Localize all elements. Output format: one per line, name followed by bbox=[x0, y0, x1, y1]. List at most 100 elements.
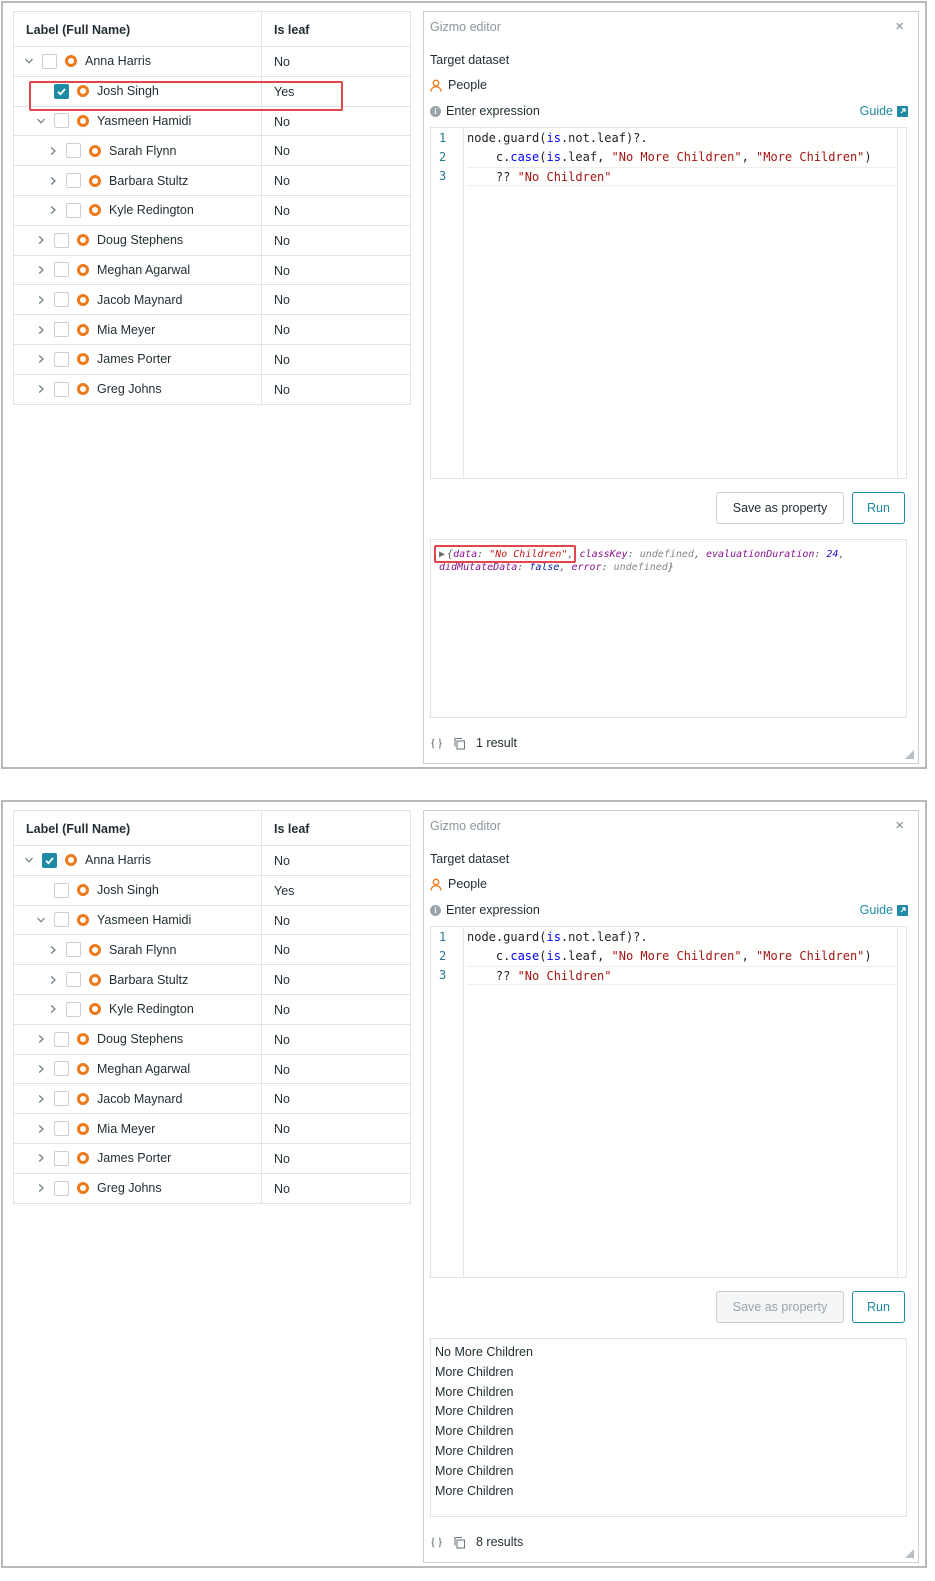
editor-scrollbar[interactable] bbox=[897, 128, 898, 478]
table-row[interactable]: Doug Stephens No bbox=[13, 225, 411, 256]
chevron-right-icon[interactable] bbox=[34, 1181, 48, 1195]
table-row[interactable]: Josh Singh Yes bbox=[13, 875, 411, 906]
editor-scrollbar[interactable] bbox=[897, 927, 898, 1277]
table-row[interactable]: Kyle Redington No bbox=[13, 994, 411, 1025]
row-checkbox[interactable] bbox=[54, 322, 69, 338]
braces-icon[interactable] bbox=[430, 737, 443, 750]
chevron-right-icon[interactable] bbox=[46, 144, 60, 158]
cell-content: Josh Singh bbox=[34, 876, 159, 905]
dataset-selector[interactable]: People bbox=[430, 877, 487, 891]
chevron-right-icon[interactable] bbox=[34, 263, 48, 277]
table-row[interactable]: Jacob Maynard No bbox=[13, 1084, 411, 1115]
row-checkbox[interactable] bbox=[54, 1091, 69, 1107]
resize-handle[interactable] bbox=[905, 1549, 914, 1558]
table-row[interactable]: Yasmeen Hamidi No bbox=[13, 106, 411, 137]
chevron-right-icon[interactable] bbox=[34, 1062, 48, 1076]
row-checkbox[interactable] bbox=[54, 1061, 69, 1077]
table-row[interactable]: Anna Harris No bbox=[13, 47, 411, 77]
chevron-right-icon[interactable] bbox=[34, 1122, 48, 1136]
chevron-right-icon[interactable] bbox=[34, 382, 48, 396]
guide-link[interactable]: Guide bbox=[860, 903, 908, 917]
chevron-right-icon[interactable] bbox=[34, 1092, 48, 1106]
chevron-right-icon[interactable] bbox=[46, 1002, 60, 1016]
chevron-right-icon[interactable] bbox=[34, 1032, 48, 1046]
row-checkbox[interactable] bbox=[42, 53, 57, 69]
is-leaf-cell: No bbox=[274, 913, 290, 928]
row-checkbox[interactable] bbox=[54, 292, 69, 308]
is-leaf-cell: No bbox=[274, 1062, 290, 1077]
table-row[interactable]: Barbara Stultz No bbox=[13, 166, 411, 196]
braces-icon[interactable] bbox=[430, 1536, 443, 1549]
chevron-right-icon[interactable] bbox=[34, 323, 48, 337]
chevron-down-icon[interactable] bbox=[34, 114, 48, 128]
close-icon[interactable]: × bbox=[895, 18, 904, 35]
copy-icon[interactable] bbox=[453, 1536, 466, 1549]
row-checkbox[interactable] bbox=[66, 173, 81, 189]
resize-handle[interactable] bbox=[905, 750, 914, 759]
table-row[interactable]: Greg Johns No bbox=[13, 1173, 411, 1204]
row-checkbox[interactable] bbox=[66, 942, 81, 958]
line-numbers: 1 2 3 bbox=[431, 927, 464, 1277]
table-row[interactable]: Yasmeen Hamidi No bbox=[13, 905, 411, 936]
row-checkbox[interactable] bbox=[54, 113, 69, 129]
chevron-down-icon[interactable] bbox=[22, 853, 36, 867]
row-checkbox[interactable] bbox=[54, 381, 69, 397]
col-header-leaf[interactable]: Is leaf bbox=[262, 811, 410, 845]
code-token: "No More Children" bbox=[611, 949, 742, 963]
dataset-selector[interactable]: People bbox=[430, 78, 487, 92]
save-as-property-button[interactable]: Save as property bbox=[716, 492, 844, 524]
row-checkbox[interactable] bbox=[54, 351, 69, 367]
row-checkbox[interactable] bbox=[66, 143, 81, 159]
col-header-label[interactable]: Label (Full Name) bbox=[14, 811, 262, 845]
table-row[interactable]: Meghan Agarwal No bbox=[13, 1054, 411, 1085]
code-editor[interactable]: 1 2 3 node.guard(is.not.leaf)?. c.case(i… bbox=[430, 926, 907, 1278]
chevron-right-icon[interactable] bbox=[46, 943, 60, 957]
row-checkbox[interactable] bbox=[54, 882, 69, 898]
guide-link[interactable]: Guide bbox=[860, 104, 908, 118]
run-button[interactable]: Run bbox=[852, 1291, 905, 1323]
row-checkbox[interactable] bbox=[66, 1001, 81, 1017]
chevron-down-icon[interactable] bbox=[34, 913, 48, 927]
console-key: classKey bbox=[579, 549, 628, 560]
chevron-right-icon[interactable] bbox=[46, 203, 60, 217]
row-checkbox[interactable] bbox=[42, 852, 57, 868]
copy-icon[interactable] bbox=[453, 737, 466, 750]
chevron-right-icon[interactable] bbox=[34, 293, 48, 307]
table-row[interactable]: Sarah Flynn No bbox=[13, 136, 411, 167]
table-row[interactable]: Mia Meyer No bbox=[13, 315, 411, 345]
chevron-right-icon[interactable] bbox=[34, 352, 48, 366]
table-row[interactable]: Meghan Agarwal No bbox=[13, 255, 411, 286]
row-checkbox[interactable] bbox=[54, 232, 69, 248]
table-row[interactable]: Doug Stephens No bbox=[13, 1024, 411, 1055]
table-row[interactable]: Anna Harris No bbox=[13, 846, 411, 876]
row-checkbox[interactable] bbox=[54, 1121, 69, 1137]
row-checkbox[interactable] bbox=[54, 1031, 69, 1047]
col-header-label[interactable]: Label (Full Name) bbox=[14, 12, 262, 46]
row-checkbox[interactable] bbox=[54, 912, 69, 928]
save-as-property-button[interactable]: Save as property bbox=[716, 1291, 844, 1323]
table-row[interactable]: Kyle Redington No bbox=[13, 195, 411, 226]
chevron-right-icon[interactable] bbox=[46, 973, 60, 987]
table-row[interactable]: James Porter No bbox=[13, 344, 411, 375]
row-checkbox[interactable] bbox=[66, 972, 81, 988]
code-editor[interactable]: 1 2 3 node.guard(is.not.leaf)?. c.case(i… bbox=[430, 127, 907, 479]
table-row[interactable]: Mia Meyer No bbox=[13, 1114, 411, 1144]
row-checkbox[interactable] bbox=[66, 202, 81, 218]
row-checkbox[interactable] bbox=[54, 1180, 69, 1196]
table-row[interactable]: Jacob Maynard No bbox=[13, 285, 411, 316]
chevron-right-icon[interactable] bbox=[34, 1151, 48, 1165]
run-button[interactable]: Run bbox=[852, 492, 905, 524]
row-checkbox[interactable] bbox=[54, 262, 69, 278]
table-row[interactable]: Greg Johns No bbox=[13, 374, 411, 405]
chevron-down-icon[interactable] bbox=[22, 54, 36, 68]
close-icon[interactable]: × bbox=[895, 817, 904, 834]
row-label: Anna Harris bbox=[85, 853, 151, 868]
table-row[interactable]: James Porter No bbox=[13, 1143, 411, 1174]
chevron-right-icon[interactable] bbox=[34, 233, 48, 247]
table-row[interactable]: Barbara Stultz No bbox=[13, 965, 411, 995]
col-header-leaf[interactable]: Is leaf bbox=[262, 12, 410, 46]
screenshot-1: Label (Full Name) Is leaf Anna Harris No J… bbox=[1, 1, 927, 769]
chevron-right-icon[interactable] bbox=[46, 174, 60, 188]
table-row[interactable]: Sarah Flynn No bbox=[13, 935, 411, 966]
row-checkbox[interactable] bbox=[54, 1150, 69, 1166]
